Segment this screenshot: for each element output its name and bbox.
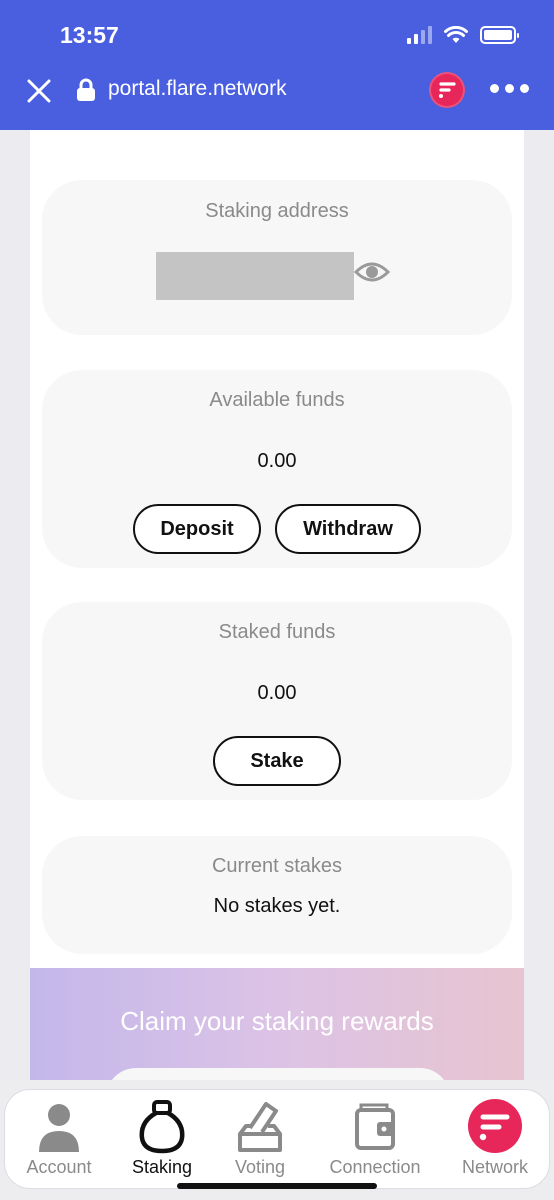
nav-label-connection: Connection: [329, 1157, 421, 1177]
staked-funds-value: 0.00: [257, 682, 297, 704]
eye-icon[interactable]: [354, 258, 390, 286]
deposit-button[interactable]: Deposit: [133, 504, 261, 554]
more-options-icon[interactable]: [490, 84, 529, 93]
nav-label-voting: Voting: [234, 1157, 286, 1177]
status-icons: [407, 26, 519, 44]
url-text[interactable]: portal.flare.network: [108, 77, 287, 101]
url-row: portal.flare.network: [0, 70, 554, 110]
wifi-icon: [444, 26, 468, 43]
staking-address-title: Staking address: [205, 200, 349, 222]
claim-rewards-title: Claim your staking rewards: [120, 1006, 434, 1036]
bottom-navigation: Account Staking Voting Connection Networ…: [4, 1089, 550, 1189]
nav-item-network[interactable]: Network: [445, 1090, 545, 1190]
account-icon: [39, 1104, 79, 1152]
staking-address-card: Staking address: [42, 180, 512, 335]
connection-icon: [355, 1103, 395, 1150]
stake-button[interactable]: Stake: [213, 736, 341, 786]
lock-icon: [77, 78, 95, 101]
home-indicator: [177, 1183, 377, 1189]
staking-icon: [139, 1100, 185, 1154]
staking-address-redacted: [156, 252, 354, 300]
flare-network-icon: [468, 1099, 522, 1153]
staked-funds-card: Staked funds 0.00 Stake: [42, 602, 512, 800]
nav-item-connection[interactable]: Connection: [323, 1090, 427, 1190]
signal-icon: [407, 26, 432, 44]
no-stakes-text: No stakes yet.: [213, 895, 341, 917]
staked-funds-title: Staked funds: [218, 621, 336, 643]
close-icon[interactable]: [26, 78, 52, 104]
flare-site-icon[interactable]: [429, 72, 465, 108]
withdraw-button[interactable]: Withdraw: [275, 504, 421, 554]
available-funds-value: 0.00: [257, 450, 297, 472]
nav-item-account[interactable]: Account: [9, 1090, 109, 1190]
nav-item-staking[interactable]: Staking: [112, 1090, 212, 1190]
available-funds-title: Available funds: [209, 389, 345, 411]
available-funds-card: Available funds 0.00 Deposit Withdraw: [42, 370, 512, 568]
status-time: 13:57: [60, 22, 119, 48]
current-stakes-card: Current stakes No stakes yet.: [42, 836, 512, 954]
battery-icon: [480, 26, 519, 44]
staking-page: Staking address Available funds 0.00 Dep…: [30, 130, 524, 1130]
browser-bar: 13:57 portal.flare.network: [0, 0, 554, 130]
nav-label-network: Network: [461, 1157, 528, 1177]
nav-item-voting[interactable]: Voting: [210, 1090, 310, 1190]
nav-label-account: Account: [26, 1157, 92, 1177]
current-stakes-title: Current stakes: [211, 855, 343, 877]
voting-icon: [238, 1102, 282, 1152]
nav-label-staking: Staking: [131, 1157, 193, 1177]
